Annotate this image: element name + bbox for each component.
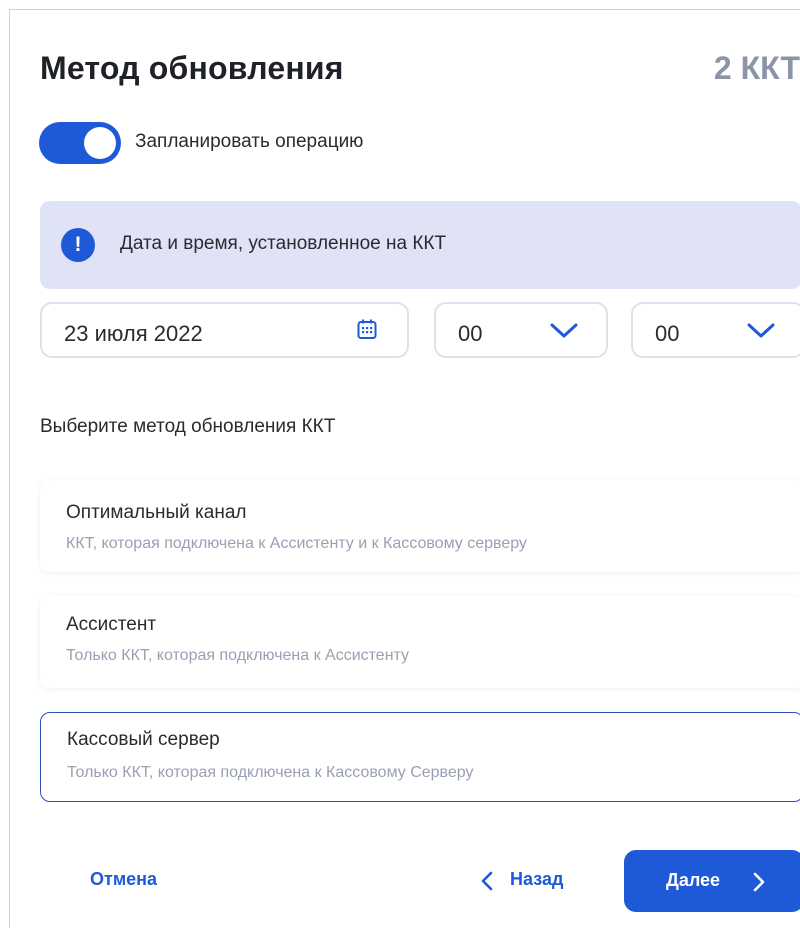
schedule-toggle[interactable] xyxy=(39,122,121,164)
method-option-optimal[interactable]: Оптимальный канал ККТ, которая подключен… xyxy=(40,480,800,572)
minute-select[interactable]: 00 xyxy=(631,302,800,358)
next-button-label: Далее xyxy=(666,870,721,890)
option-subtitle: ККТ, которая подключена к Ассистенту и к… xyxy=(66,535,527,552)
date-value: 23 июля 2022 xyxy=(64,321,203,346)
option-title: Оптимальный канал xyxy=(66,502,247,523)
option-title: Кассовый сервер xyxy=(67,729,220,750)
next-button[interactable]: Далее xyxy=(624,850,800,912)
calendar-icon[interactable] xyxy=(357,319,377,340)
chevron-down-icon xyxy=(550,323,578,338)
chevron-right-icon xyxy=(753,872,765,892)
method-option-cash-server[interactable]: Кассовый сервер Только ККТ, которая подк… xyxy=(40,712,800,802)
info-banner: ! Дата и время, установленное на ККТ xyxy=(40,201,800,289)
method-section-label: Выберите метод обновления ККТ xyxy=(40,416,336,437)
device-count: 2 ККТ xyxy=(713,50,800,86)
dialog: Метод обновления 2 ККТ Запланировать опе… xyxy=(9,9,800,928)
method-option-assistant[interactable]: Ассистент Только ККТ, которая подключена… xyxy=(40,596,800,688)
minute-value: 00 xyxy=(655,321,680,346)
chevron-left-icon xyxy=(481,871,493,891)
date-picker[interactable]: 23 июля 2022 xyxy=(40,302,409,358)
hour-select[interactable]: 00 xyxy=(434,302,608,358)
option-subtitle: Только ККТ, которая подключена к Ассисте… xyxy=(66,647,410,664)
back-button-label: Назад xyxy=(510,869,564,889)
option-subtitle: Только ККТ, которая подключена к Кассово… xyxy=(67,764,474,781)
exclamation-icon: ! xyxy=(61,228,95,262)
hour-value: 00 xyxy=(458,321,483,346)
cancel-button[interactable]: Отмена xyxy=(90,869,157,890)
info-text: Дата и время, установленное на ККТ xyxy=(120,233,447,254)
chevron-down-icon xyxy=(747,323,775,338)
schedule-toggle-label: Запланировать операцию xyxy=(135,131,364,152)
option-title: Ассистент xyxy=(66,614,157,635)
page-title: Метод обновления xyxy=(40,50,344,86)
toggle-knob xyxy=(84,127,116,159)
